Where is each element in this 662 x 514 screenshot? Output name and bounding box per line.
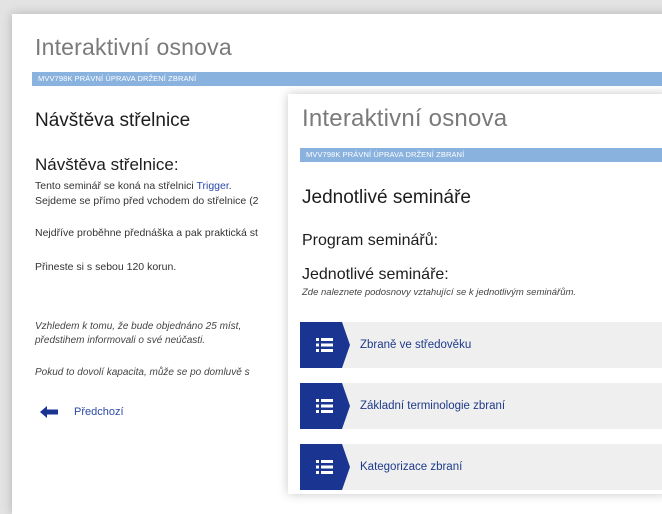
previous-label: Předchozí bbox=[74, 406, 124, 418]
page-title: Návštěva střelnice bbox=[35, 110, 191, 131]
seminar-item[interactable]: Zbraně ve středověku bbox=[300, 322, 662, 368]
list-icon bbox=[300, 322, 350, 368]
course-bar: MVV798K PRÁVNÍ ÚPRAVA DRŽENÍ ZBRANÍ bbox=[300, 148, 662, 162]
list-icon bbox=[300, 383, 350, 429]
seminar-item[interactable]: Kategorizace zbraní bbox=[300, 444, 662, 490]
page-title: Jednotlivé semináře bbox=[302, 187, 471, 208]
app-brand-title: Interaktivní osnova bbox=[35, 34, 232, 60]
note-capacity-line2: předstihem informovali o své neúčasti. bbox=[35, 335, 206, 346]
trigger-link[interactable]: Trigger bbox=[196, 180, 228, 192]
list-icon bbox=[300, 444, 350, 490]
paragraph-location-text: Tento seminář se koná na střelnici bbox=[35, 180, 197, 192]
seminar-item-label: Základní terminologie zbraní bbox=[360, 400, 506, 412]
arrow-left-icon bbox=[40, 406, 58, 418]
section-heading: Jednotlivé semináře: bbox=[302, 266, 449, 283]
seminar-item[interactable]: Základní terminologie zbraní bbox=[300, 383, 662, 429]
course-bar: MVV798K PRÁVNÍ ÚPRAVA DRŽENÍ ZBRANÍ bbox=[32, 72, 662, 86]
front-outline-page: Interaktivní osnova MVV798K PRÁVNÍ ÚPRAV… bbox=[288, 94, 662, 494]
paragraph-meeting: Sejdeme se přímo před vchodem do střelni… bbox=[35, 195, 259, 207]
note-capacity-line3: Pokud to dovolí kapacita, může se po dom… bbox=[35, 367, 250, 378]
app-brand-title: Interaktivní osnova bbox=[302, 105, 508, 132]
previous-link[interactable]: Předchozí bbox=[40, 406, 124, 418]
paragraph-fee: Přineste si s sebou 120 korun. bbox=[35, 261, 177, 273]
program-heading: Program seminářů: bbox=[302, 232, 439, 249]
section-note: Zde naleznete podosnovy vztahující se k … bbox=[302, 287, 577, 298]
paragraph-location: Tento seminář se koná na střelnici Trigg… bbox=[35, 180, 232, 192]
section-heading: Návštěva střelnice: bbox=[35, 155, 179, 174]
paragraph-location-end: . bbox=[228, 180, 232, 192]
seminar-item-label: Kategorizace zbraní bbox=[360, 461, 463, 473]
paragraph-program: Nejdříve proběhne přednáška a pak prakti… bbox=[35, 227, 258, 239]
seminar-item-label: Zbraně ve středověku bbox=[360, 339, 472, 351]
note-capacity-line1: Vzhledem k tomu, že bude objednáno 25 mí… bbox=[35, 321, 242, 332]
